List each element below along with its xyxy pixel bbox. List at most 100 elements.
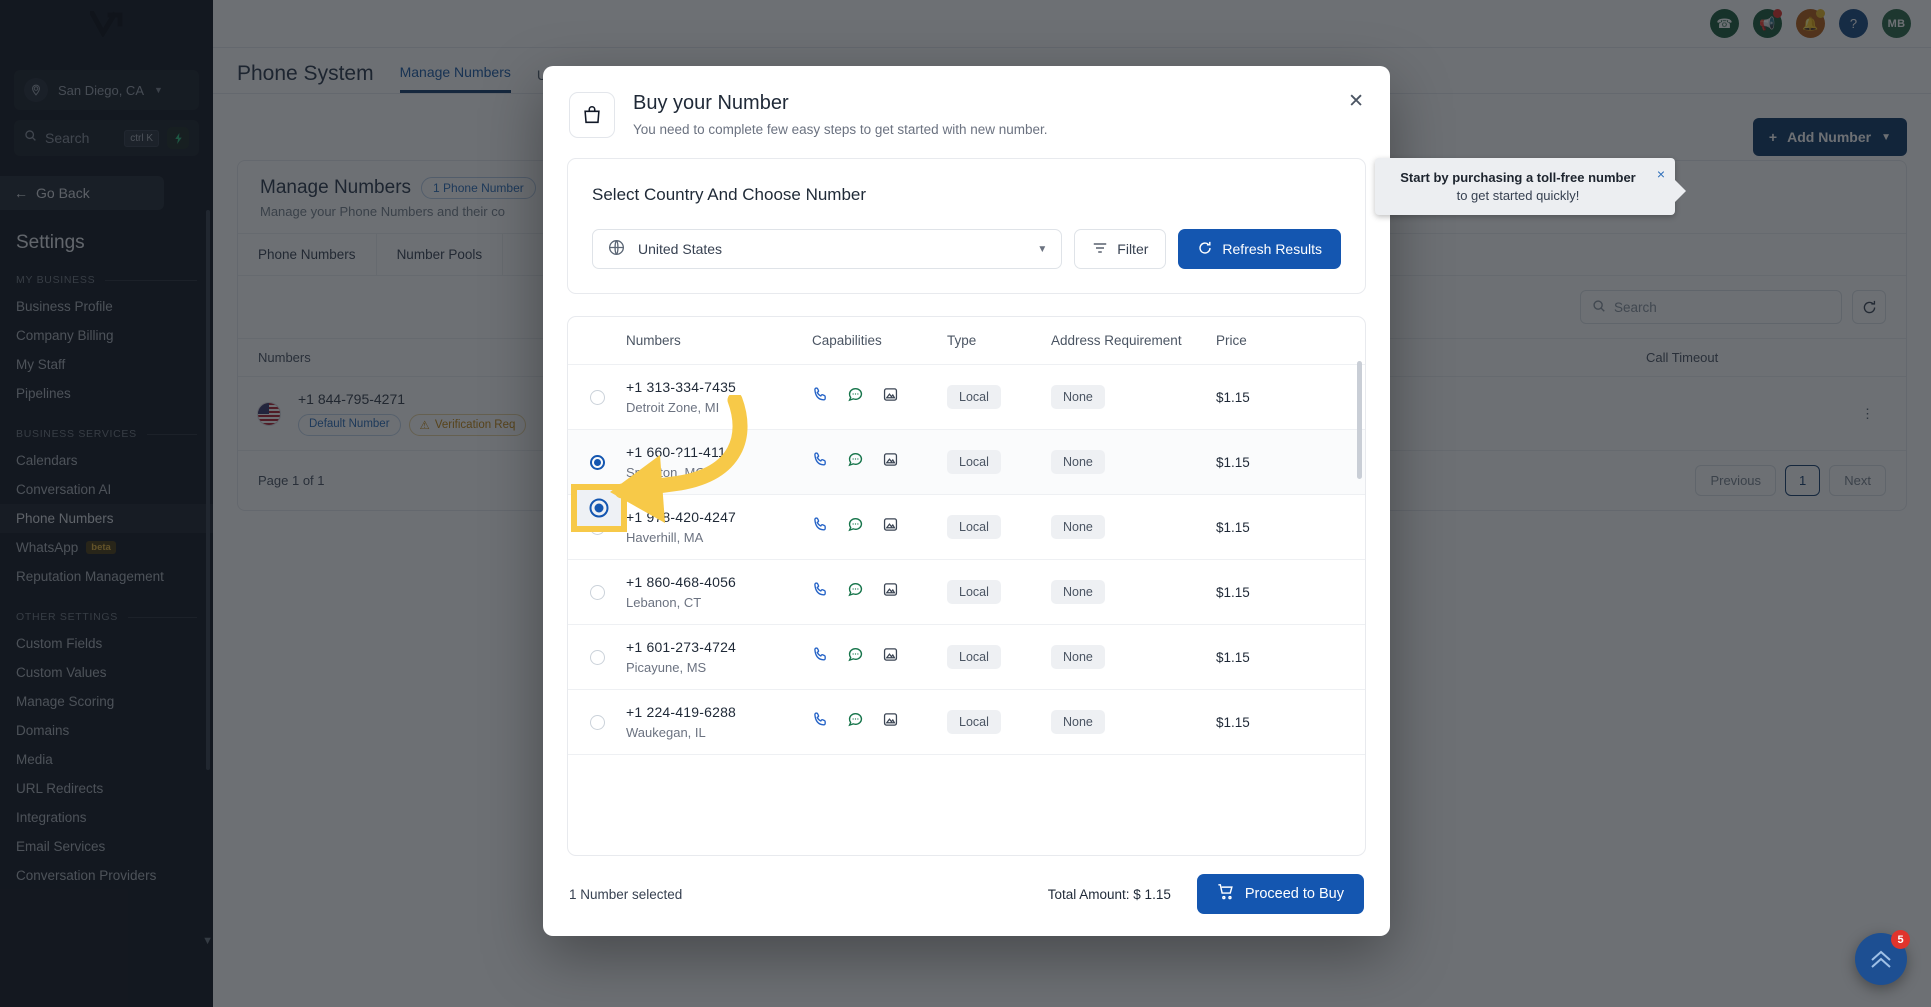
voice-icon — [812, 711, 829, 733]
address-requirement-badge: None — [1051, 450, 1105, 474]
sms-icon — [847, 516, 864, 538]
voice-icon — [812, 646, 829, 668]
numbers-table-header: Numbers Capabilities Type Address Requir… — [568, 317, 1365, 365]
col-price: Price — [1216, 333, 1247, 348]
voice-icon — [812, 516, 829, 538]
modal-subtitle: You need to complete few easy steps to g… — [633, 122, 1048, 137]
modal-header: Buy your Number You need to complete few… — [543, 66, 1390, 154]
number-row[interactable]: +1 978-420-4247 Haverhill, MA Local None $1.… — [568, 495, 1365, 560]
address-requirement-cell: None — [1051, 710, 1216, 734]
number-cell: +1 601-273-4724 Picayune, MS — [626, 639, 812, 675]
globe-icon — [607, 238, 626, 260]
number-location: Waukegan, IL — [626, 725, 706, 740]
type-badge: Local — [947, 385, 1001, 409]
number-row-radio[interactable] — [568, 649, 626, 665]
number-row[interactable]: +1 313-334-7435 Detroit Zone, MI Local None… — [568, 365, 1365, 430]
chevron-down-icon[interactable]: ▼ — [1037, 244, 1047, 255]
type-cell: Local — [947, 515, 1051, 539]
proceed-to-buy-button[interactable]: Proceed to Buy — [1196, 874, 1364, 914]
country-select[interactable]: United States ▼ — [592, 229, 1063, 269]
price-cell: $1.15 — [1216, 649, 1250, 665]
filter-label: Filter — [1117, 241, 1149, 257]
close-icon[interactable]: × — [1657, 166, 1665, 182]
number-cell: +1 978-420-4247 Haverhill, MA — [626, 509, 812, 545]
capabilities-cell — [812, 581, 947, 603]
type-cell: Local — [947, 385, 1051, 409]
address-requirement-cell: None — [1051, 385, 1216, 409]
radio-checked-icon[interactable] — [589, 454, 605, 470]
refresh-results-button[interactable]: Refresh Results — [1178, 229, 1341, 269]
radio-unchecked-icon[interactable] — [589, 649, 605, 665]
modal-footer: 1 Number selected Total Amount: $ 1.15 P… — [543, 856, 1390, 936]
country-value: United States — [638, 241, 723, 257]
number-row-radio[interactable] — [568, 389, 626, 405]
refresh-results-label: Refresh Results — [1222, 241, 1322, 257]
number-cell: +1 224-419-6288 Waukegan, IL — [626, 704, 812, 740]
shopping-bag-icon — [569, 92, 615, 138]
col-capabilities: Capabilities — [812, 333, 882, 348]
radio-unchecked-icon[interactable] — [589, 389, 605, 405]
radio-unchecked-icon[interactable] — [589, 714, 605, 730]
cart-icon — [1217, 883, 1235, 905]
price-cell: $1.15 — [1216, 454, 1250, 470]
selected-radio-highlight[interactable] — [571, 484, 627, 532]
number-row[interactable]: +1 601-273-4724 Picayune, MS Local None $1.1… — [568, 625, 1365, 690]
section-title: Select Country And Choose Number — [592, 185, 867, 204]
callout-line-2: to get started quickly! — [1456, 187, 1580, 203]
type-cell: Local — [947, 710, 1051, 734]
col-numbers: Numbers — [626, 333, 681, 348]
numbers-table-body: +1 313-334-7435 Detroit Zone, MI Local None… — [568, 365, 1365, 755]
number-location: Smithton, MO — [626, 465, 706, 480]
number-row[interactable]: +1 224-419-6288 Waukegan, IL Local None $1.1… — [568, 690, 1365, 755]
type-badge: Local — [947, 450, 1001, 474]
sms-icon — [847, 386, 864, 408]
type-cell: Local — [947, 580, 1051, 604]
price-cell: $1.15 — [1216, 714, 1250, 730]
type-badge: Local — [947, 515, 1001, 539]
number-row-radio[interactable] — [568, 454, 626, 470]
number-row[interactable]: +1 860-468-4056 Lebanon, CT Local None $1.15 — [568, 560, 1365, 625]
mms-icon — [882, 711, 899, 733]
mms-icon — [882, 451, 899, 473]
callout-line-1: Start by purchasing a toll-free number — [1400, 170, 1636, 185]
address-requirement-badge: None — [1051, 385, 1105, 409]
address-requirement-cell: None — [1051, 515, 1216, 539]
number-row-radio[interactable] — [568, 584, 626, 600]
voice-icon — [812, 451, 829, 473]
price-cell: $1.15 — [1216, 584, 1250, 600]
sms-icon — [847, 451, 864, 473]
table-scrollbar[interactable] — [1357, 361, 1362, 479]
number-location: Detroit Zone, MI — [626, 400, 720, 415]
phone-number: +1 601-273-4724 — [626, 639, 737, 655]
phone-number: +1 860-468-4056 — [626, 574, 737, 590]
address-requirement-badge: None — [1051, 580, 1105, 604]
modal-title: Buy your Number — [633, 92, 789, 114]
number-row-radio[interactable] — [568, 714, 626, 730]
voice-icon — [812, 386, 829, 408]
numbers-table: Numbers Capabilities Type Address Requir… — [567, 316, 1366, 856]
help-widget-button[interactable]: 5 — [1855, 930, 1910, 985]
phone-number: +1 313-334-7435 — [626, 379, 737, 395]
sms-icon — [847, 711, 864, 733]
mms-icon — [882, 581, 899, 603]
type-cell: Local — [947, 450, 1051, 474]
number-row[interactable]: +1 660-?11-411? Smithton, MO Local None $1.1… — [568, 430, 1365, 495]
phone-number: +1 660-?11-411? — [626, 444, 734, 460]
filter-button[interactable]: Filter — [1074, 229, 1167, 269]
number-cell: +1 660-?11-411? Smithton, MO — [626, 444, 812, 480]
capabilities-cell — [812, 646, 947, 668]
radio-unchecked-icon[interactable] — [589, 584, 605, 600]
capabilities-cell — [812, 451, 947, 473]
address-requirement-cell: None — [1051, 450, 1216, 474]
mms-icon — [882, 386, 899, 408]
address-requirement-cell: None — [1051, 645, 1216, 669]
proceed-to-buy-label: Proceed to Buy — [1244, 886, 1344, 902]
close-icon[interactable]: ✕ — [1348, 90, 1364, 113]
capabilities-cell — [812, 516, 947, 538]
radio-selected-indicator[interactable] — [589, 498, 609, 518]
country-controls: United States ▼ Filter Refresh Results — [568, 205, 1365, 293]
type-badge: Local — [947, 580, 1001, 604]
number-cell: +1 313-334-7435 Detroit Zone, MI — [626, 379, 812, 415]
number-location: Haverhill, MA — [626, 530, 704, 545]
buy-number-modal: Buy your Number You need to complete few… — [543, 66, 1390, 936]
